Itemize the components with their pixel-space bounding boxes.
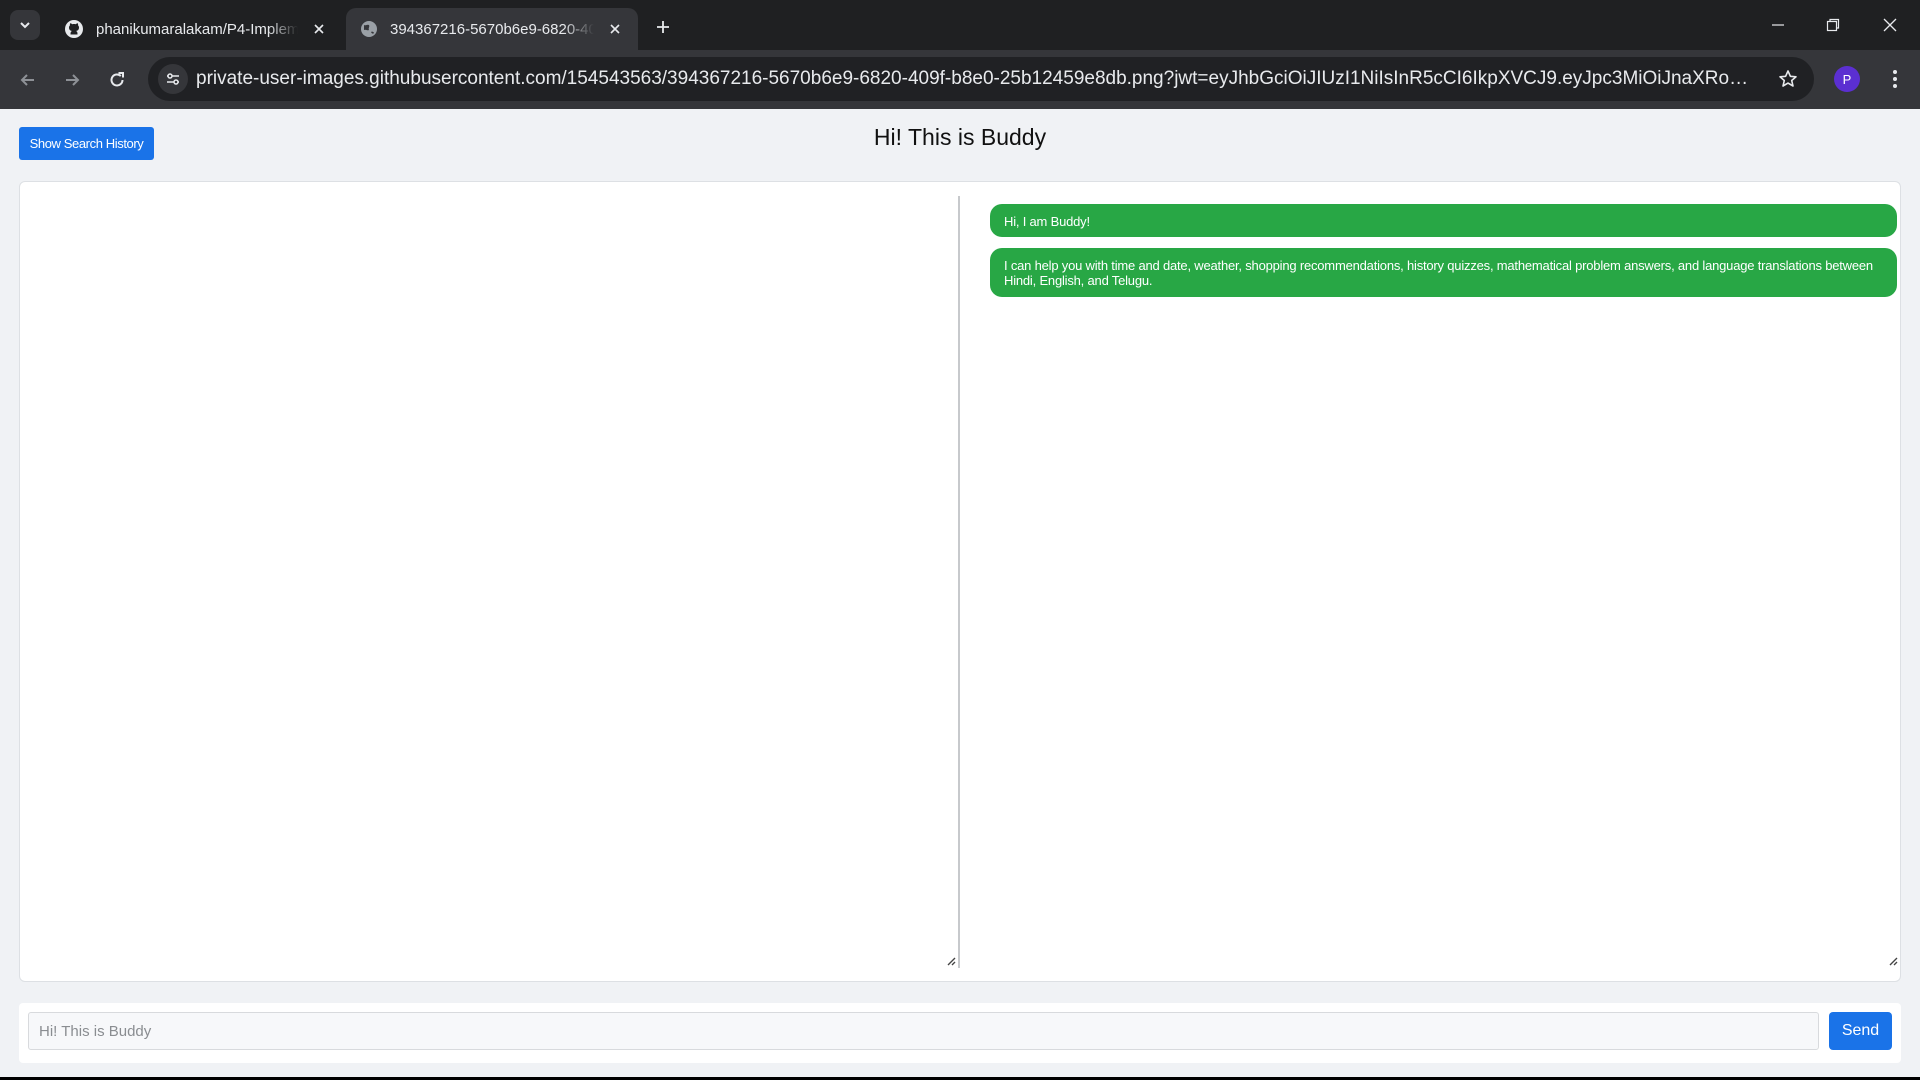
minimize-icon	[1772, 24, 1784, 26]
url-text[interactable]: private-user-images.githubusercontent.co…	[196, 57, 1756, 101]
restore-icon	[1826, 18, 1840, 32]
chat-input[interactable]	[28, 1012, 1819, 1050]
browser-menu-button[interactable]	[1880, 64, 1910, 94]
browser-toolbar: private-user-images.githubusercontent.co…	[0, 50, 1920, 109]
profile-avatar[interactable]: P	[1834, 66, 1860, 92]
chat-input-bar: Send	[19, 1003, 1901, 1063]
chat-message: I can help you with time and date, weath…	[990, 248, 1897, 297]
plus-icon	[657, 21, 669, 33]
minimize-button[interactable]	[1758, 10, 1798, 40]
back-button[interactable]	[12, 64, 44, 96]
restore-button[interactable]	[1813, 10, 1853, 40]
arrow-right-icon	[66, 74, 80, 86]
history-pane[interactable]	[20, 196, 960, 968]
messages-pane[interactable]: Hi, I am Buddy! I can help you with time…	[962, 196, 1900, 968]
new-tab-button[interactable]	[650, 14, 676, 40]
chat-message-text: Hi, I am Buddy!	[1004, 214, 1090, 229]
forward-button[interactable]	[56, 64, 88, 96]
close-icon[interactable]	[606, 20, 624, 38]
close-icon	[1883, 18, 1897, 32]
send-button[interactable]: Send	[1829, 1012, 1892, 1050]
more-vertical-icon	[1893, 70, 1897, 88]
arrow-left-icon	[20, 74, 34, 86]
close-icon[interactable]	[310, 20, 328, 38]
tab-title: 394367216-5670b6e9-6820-409f-b8e0-25b124…	[390, 20, 594, 38]
tab-title: phanikumaralakam/P4-Implementation	[96, 20, 298, 38]
bookmark-button[interactable]	[1776, 67, 1800, 91]
browser-tab-bar: phanikumaralakam/P4-Implementation 39436…	[0, 0, 1920, 50]
chevron-down-icon	[20, 22, 30, 29]
page-content: Show Search History Hi! This is Buddy Hi…	[0, 109, 1920, 1077]
reload-button[interactable]	[101, 64, 133, 96]
globe-icon	[361, 21, 377, 37]
reload-icon	[110, 72, 124, 87]
page-title: Hi! This is Buddy	[873, 124, 1047, 150]
address-bar[interactable]: private-user-images.githubusercontent.co…	[148, 57, 1814, 101]
tune-icon	[167, 73, 179, 85]
window-close-button[interactable]	[1870, 10, 1910, 40]
resize-handle-icon[interactable]	[1886, 954, 1898, 966]
tab-image[interactable]: 394367216-5670b6e9-6820-409f-b8e0-25b124…	[346, 8, 638, 50]
star-icon	[1779, 70, 1797, 87]
github-icon	[65, 20, 83, 38]
chat-message: Hi, I am Buddy!	[990, 204, 1897, 237]
site-info-button[interactable]	[158, 64, 188, 94]
tab-github[interactable]: phanikumaralakam/P4-Implementation	[50, 8, 342, 50]
chat-message-text: I can help you with time and date, weath…	[1004, 258, 1873, 288]
resize-handle-icon[interactable]	[944, 954, 956, 966]
chat-panel: Hi, I am Buddy! I can help you with time…	[19, 181, 1901, 982]
tab-search-button[interactable]	[10, 10, 40, 40]
